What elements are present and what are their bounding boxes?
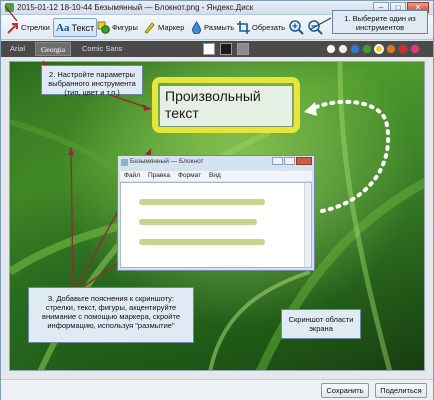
text-icon: Aa [56, 21, 70, 34]
tool-label: Размыть [204, 23, 235, 32]
tool-label: Обрезать [252, 23, 286, 32]
tool-marker[interactable]: Маркер [141, 18, 186, 37]
color-white[interactable] [326, 44, 336, 54]
color-blue[interactable] [350, 44, 360, 54]
color-orange[interactable] [386, 44, 396, 54]
notepad-menu-edit: Правка [147, 172, 170, 179]
notepad-scrollbar [304, 183, 311, 267]
area-hint-callout: Скриншот области экрана [281, 309, 361, 339]
tool-shapes[interactable]: Фигуры [95, 18, 140, 37]
save-button[interactable]: Сохранить [321, 383, 369, 398]
notepad-menu-format: Формат [177, 172, 202, 179]
notepad-menu: Файл Правка Формат Вид [120, 171, 312, 181]
crop-icon [237, 21, 250, 34]
notepad-title: Безымянный — Блокнот [130, 158, 204, 165]
tool-crop[interactable]: Обрезать [235, 18, 287, 37]
fill-swatch-black[interactable] [220, 43, 232, 55]
notepad-window: Безымянный — Блокнот Файл Правка Формат … [117, 155, 315, 271]
params-hint-callout: 2. Настройте параметры выбранного инстру… [41, 65, 143, 97]
notepad-text-area [120, 182, 312, 268]
notepad-close-button [296, 157, 312, 165]
zoom-out-icon[interactable] [307, 19, 324, 36]
notepad-maximize-button [284, 157, 295, 165]
share-button[interactable]: Поделиться [375, 383, 427, 398]
fill-swatch-gray[interactable] [237, 43, 249, 55]
shapes-icon [97, 21, 110, 34]
highlighted-line [139, 239, 265, 245]
color-yellow[interactable] [374, 44, 384, 54]
blur-icon [191, 21, 202, 34]
font-option-arial[interactable]: Arial [5, 42, 30, 56]
bottom-bar: Сохранить Поделиться [1, 379, 433, 400]
tool-label: Маркер [158, 23, 185, 32]
app-icon [5, 3, 14, 12]
tool-blur[interactable]: Размыть [189, 18, 236, 37]
tool-label: Фигуры [112, 23, 138, 32]
color-green[interactable] [362, 44, 372, 54]
font-option-comic-sans[interactable]: Comic Sans [77, 42, 127, 56]
editor-window: 2015-01-12 18-10-44 Безымянный — Блокнот… [0, 0, 434, 400]
notepad-icon [121, 159, 128, 166]
tool-label: Стрелки [21, 23, 50, 32]
tool-label: Текст [71, 22, 95, 33]
color-pink[interactable] [410, 44, 420, 54]
window-title: 2015-01-12 18-10-44 Безымянный — Блокнот… [17, 3, 254, 12]
notepad-minimize-button [272, 157, 283, 165]
annotations-hint-callout: 3. Добавьте пояснения к скриншоту: стрел… [28, 287, 194, 343]
color-light-gray[interactable] [338, 44, 348, 54]
notepad-window-controls [272, 157, 312, 165]
tools-hint-callout: 1. Выберите один из инструментов [332, 10, 428, 34]
font-option-georgia[interactable]: Georgia [35, 42, 72, 56]
format-bar: Arial Georgia Comic Sans [1, 41, 433, 57]
zoom-in-icon[interactable] [288, 19, 305, 36]
tool-text[interactable]: Aa Текст [53, 18, 98, 37]
fill-swatch-white[interactable] [203, 43, 215, 55]
highlighted-line [139, 199, 265, 205]
tool-arrows[interactable]: Стрелки [5, 18, 52, 37]
highlighted-line [139, 219, 257, 225]
marker-icon [144, 22, 155, 34]
notepad-menu-file: Файл [124, 172, 140, 179]
notepad-menu-view: Вид [209, 172, 221, 179]
color-red[interactable] [398, 44, 408, 54]
custom-text-box[interactable]: Произвольный текст [159, 85, 293, 127]
arrow-icon [7, 22, 18, 34]
